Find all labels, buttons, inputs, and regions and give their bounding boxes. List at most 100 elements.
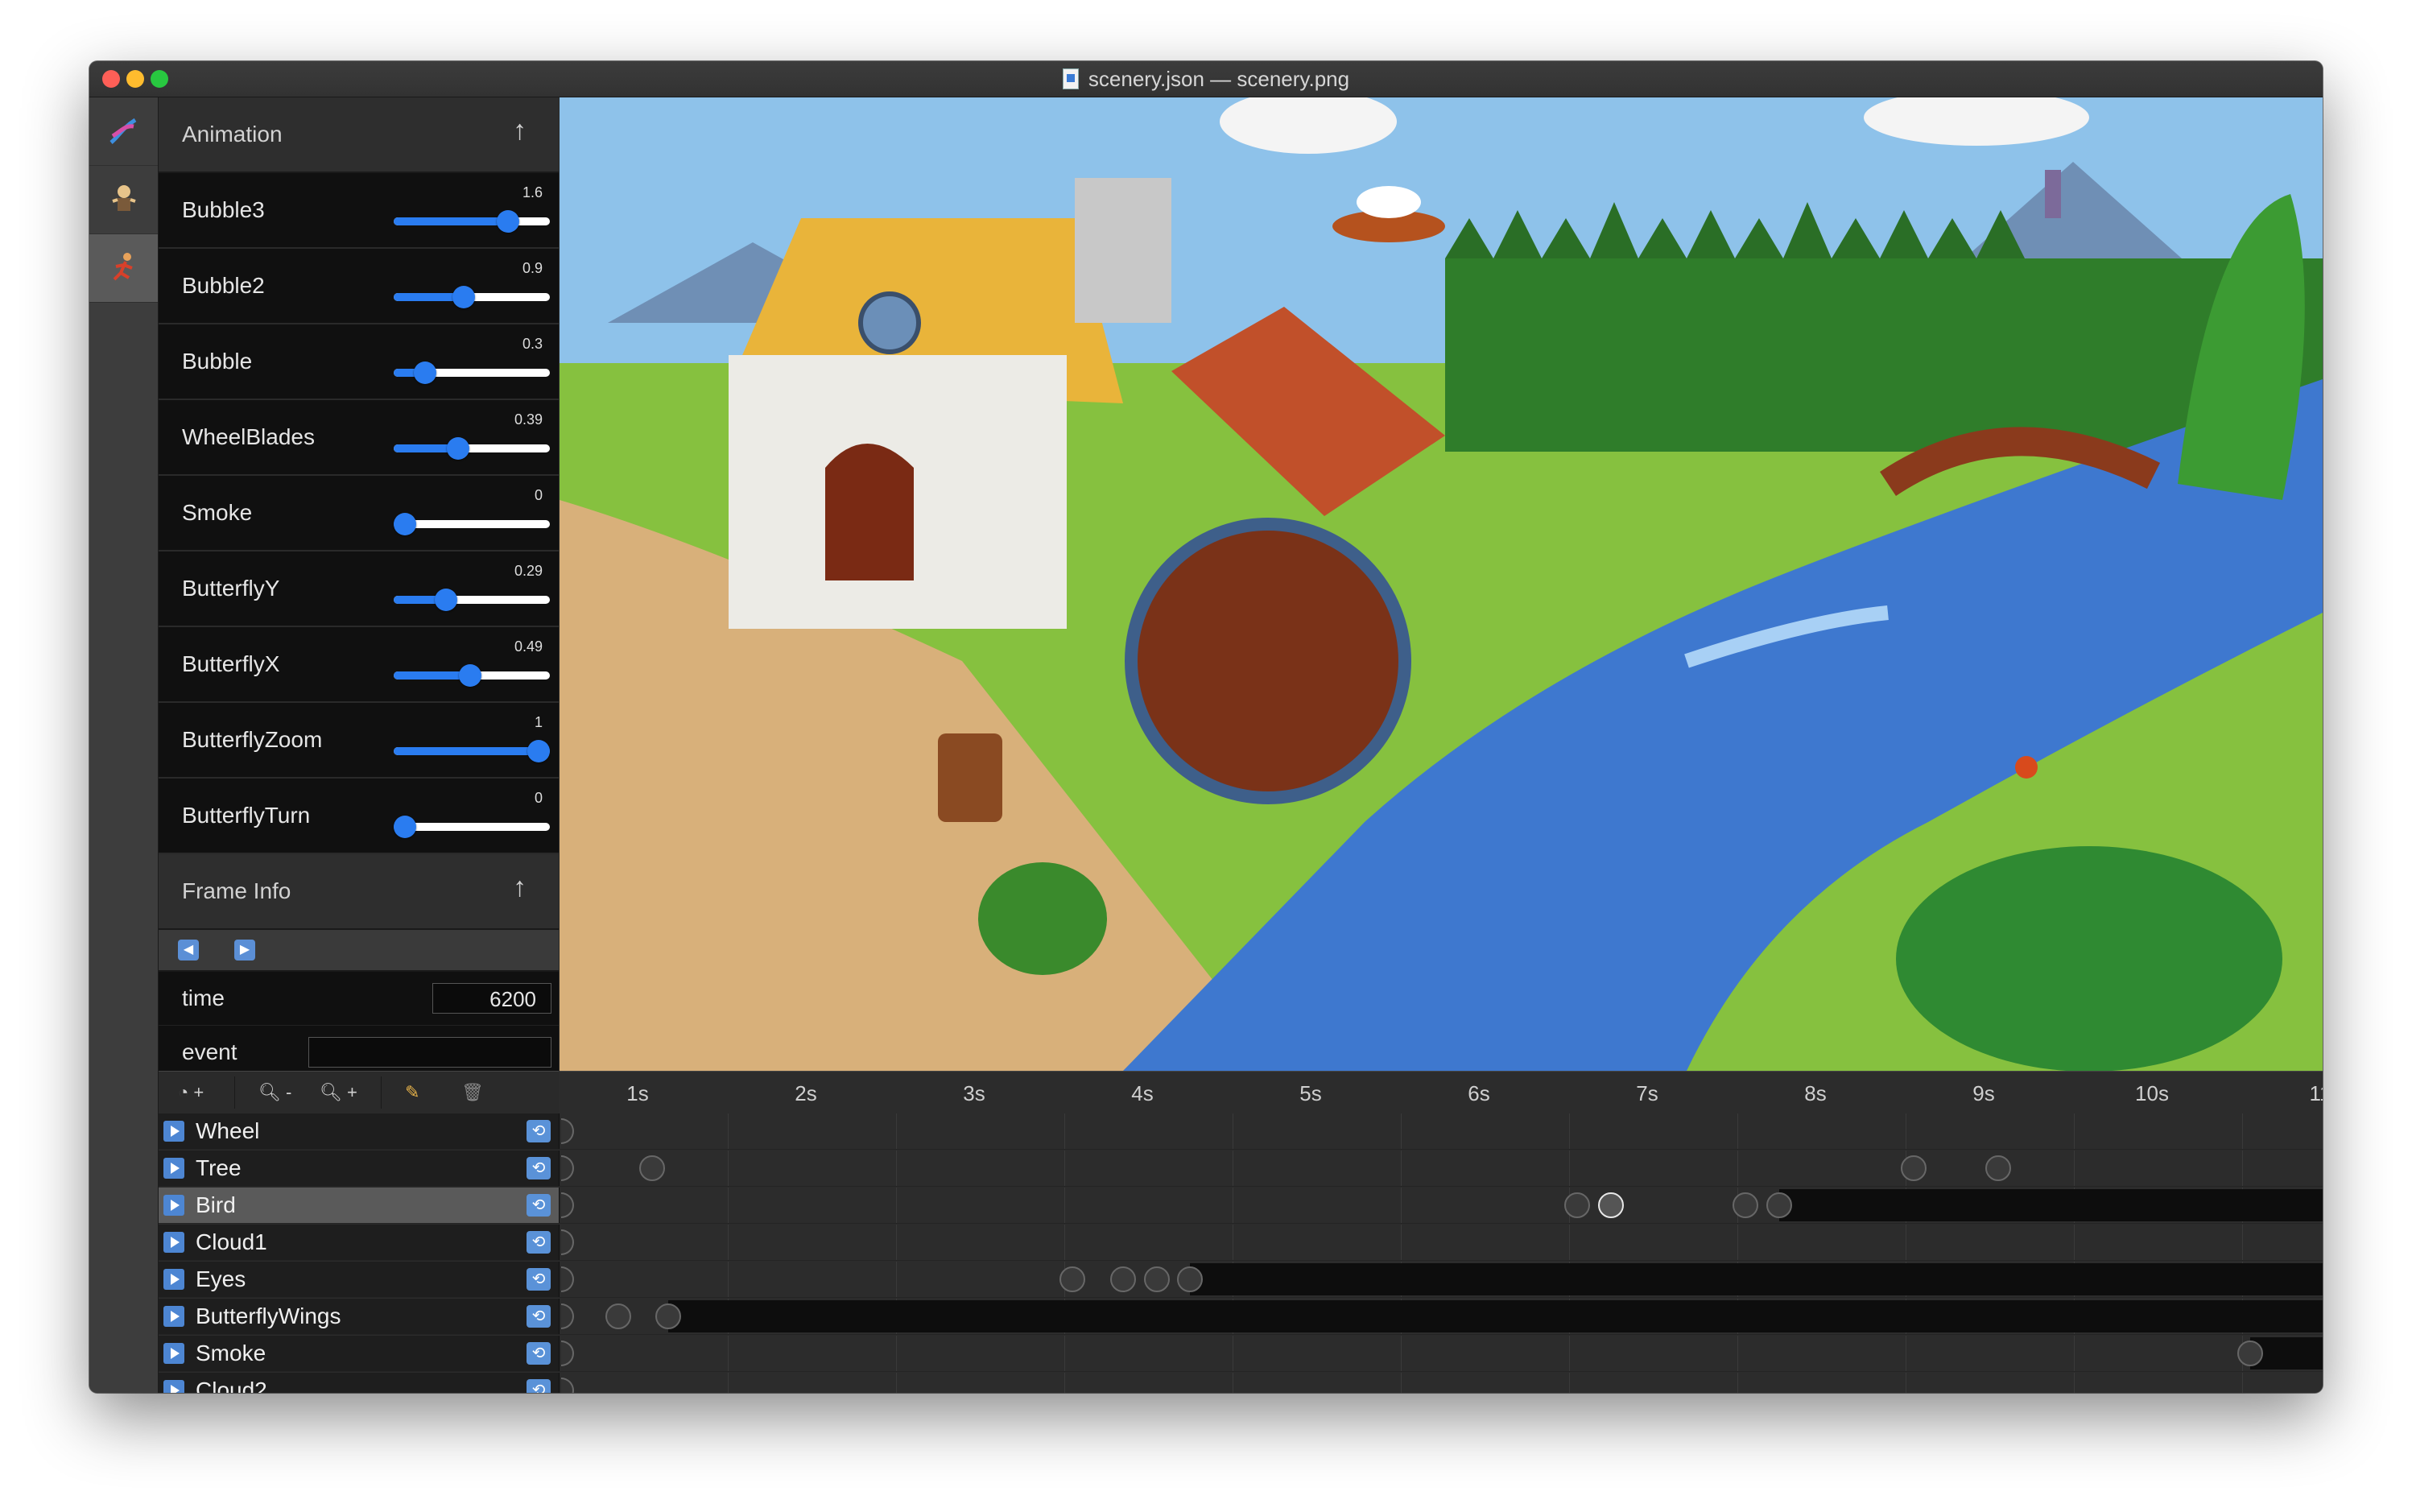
- track-lane[interactable]: [560, 1225, 2323, 1260]
- loop-toggle-icon[interactable]: ⟲: [527, 1194, 551, 1217]
- property-slider[interactable]: [394, 361, 550, 384]
- track-start-keyframe[interactable]: [561, 1192, 574, 1218]
- property-slider[interactable]: [394, 740, 550, 762]
- track-header[interactable]: Cloud2 ⟲: [159, 1373, 560, 1393]
- keyframe[interactable]: [1564, 1192, 1590, 1218]
- keyframe[interactable]: [605, 1303, 631, 1329]
- track-header[interactable]: Tree ⟲: [159, 1151, 560, 1186]
- timeline-track[interactable]: Eyes ⟲: [159, 1262, 2323, 1298]
- time-tick-label: 7s: [1636, 1081, 1658, 1105]
- property-slider[interactable]: [394, 210, 550, 233]
- keyframe[interactable]: [638, 1155, 665, 1181]
- loop-toggle-icon[interactable]: ⟲: [527, 1157, 551, 1179]
- track-lane[interactable]: [560, 1188, 2323, 1223]
- character-icon[interactable]: [89, 166, 158, 234]
- track-lane[interactable]: [560, 1336, 2323, 1371]
- track-lane[interactable]: [560, 1299, 2323, 1334]
- timeline-track[interactable]: Tree ⟲: [159, 1151, 2323, 1187]
- loop-toggle-icon[interactable]: ⟲: [527, 1268, 551, 1291]
- track-lane[interactable]: [560, 1373, 2323, 1393]
- track-start-keyframe[interactable]: [561, 1155, 574, 1181]
- keyframe[interactable]: [1143, 1266, 1170, 1292]
- slider-thumb[interactable]: [527, 740, 550, 762]
- keyframe[interactable]: [1597, 1192, 1624, 1218]
- track-lane[interactable]: [560, 1113, 2323, 1149]
- timeline-track[interactable]: Cloud2 ⟲: [159, 1373, 2323, 1393]
- play-track-button[interactable]: [163, 1232, 184, 1253]
- play-track-button[interactable]: [163, 1343, 184, 1364]
- timeline-track[interactable]: ButterflyWings ⟲: [159, 1299, 2323, 1335]
- keyframe[interactable]: [1766, 1192, 1792, 1218]
- timeline-track[interactable]: Bird ⟲: [159, 1188, 2323, 1224]
- previous-frame-button[interactable]: ◀: [178, 940, 199, 960]
- track-header[interactable]: Bird ⟲: [159, 1188, 560, 1223]
- keyframe[interactable]: [1901, 1155, 1927, 1181]
- keyframe[interactable]: [2237, 1341, 2263, 1366]
- animation-property-list: Bubble3 1.6 Bubble2 0.9 Bubble 0.3 WheelBlades…: [159, 173, 559, 854]
- keyframe[interactable]: [1059, 1266, 1085, 1292]
- timeline-ruler[interactable]: 1s 2s 3s 4s 5s 6s 7s 8s 9s 10s 11: [560, 1071, 2323, 1114]
- track-start-keyframe[interactable]: [561, 1229, 574, 1255]
- loop-toggle-icon[interactable]: ⟲: [527, 1379, 551, 1393]
- zoom-out-button[interactable]: 🔍︎ -: [258, 1080, 291, 1105]
- add-keyframe-button[interactable]: ◔ +: [178, 1080, 204, 1105]
- track-header[interactable]: ButterflyWings ⟲: [159, 1299, 560, 1334]
- collapse-arrow-icon[interactable]: ↑: [513, 115, 527, 147]
- slider-thumb[interactable]: [452, 286, 476, 308]
- property-value: 0.9: [522, 260, 543, 276]
- property-slider[interactable]: [394, 589, 550, 611]
- slider-thumb[interactable]: [496, 210, 519, 233]
- running-animation-icon[interactable]: [89, 234, 158, 303]
- trash-icon[interactable]: 🗑︎: [461, 1080, 484, 1105]
- keyframe[interactable]: [1109, 1266, 1136, 1292]
- loop-toggle-icon[interactable]: ⟲: [527, 1305, 551, 1328]
- property-slider[interactable]: [394, 664, 550, 687]
- frame-info-section-header[interactable]: Frame Info ↑: [159, 854, 559, 930]
- property-slider[interactable]: [394, 437, 550, 460]
- timeline-track[interactable]: Cloud1 ⟲: [159, 1225, 2323, 1261]
- play-track-button[interactable]: [163, 1195, 184, 1216]
- collapse-arrow-icon[interactable]: ↑: [513, 872, 527, 903]
- animation-section-header[interactable]: Animation ↑: [159, 97, 559, 173]
- track-header[interactable]: Wheel ⟲: [159, 1113, 560, 1149]
- play-track-button[interactable]: [163, 1158, 184, 1179]
- track-header[interactable]: Eyes ⟲: [159, 1262, 560, 1297]
- keyframe[interactable]: [1985, 1155, 2011, 1181]
- play-track-button[interactable]: [163, 1380, 184, 1393]
- track-start-keyframe[interactable]: [561, 1266, 574, 1292]
- slider-thumb[interactable]: [447, 437, 470, 460]
- property-slider[interactable]: [394, 286, 550, 308]
- track-start-keyframe[interactable]: [561, 1303, 574, 1329]
- event-input[interactable]: [308, 1037, 551, 1068]
- slider-thumb[interactable]: [413, 361, 436, 384]
- bones-icon[interactable]: [89, 97, 158, 166]
- play-track-button[interactable]: [163, 1121, 184, 1142]
- loop-toggle-icon[interactable]: ⟲: [527, 1120, 551, 1142]
- track-lane[interactable]: [560, 1151, 2323, 1186]
- slider-thumb[interactable]: [459, 664, 482, 687]
- slider-thumb[interactable]: [394, 816, 416, 838]
- keyframe[interactable]: [1733, 1192, 1758, 1218]
- loop-toggle-icon[interactable]: ⟲: [527, 1231, 551, 1254]
- track-start-keyframe[interactable]: [561, 1341, 574, 1366]
- zoom-in-button[interactable]: 🔍︎ +: [320, 1080, 357, 1105]
- timeline-track[interactable]: Smoke ⟲: [159, 1336, 2323, 1372]
- scene-viewport[interactable]: [560, 97, 2323, 1071]
- edit-pencil-icon[interactable]: ✎: [405, 1080, 419, 1105]
- play-track-button[interactable]: [163, 1269, 184, 1290]
- track-lane[interactable]: [560, 1262, 2323, 1297]
- track-start-keyframe[interactable]: [561, 1118, 574, 1144]
- next-frame-button[interactable]: ▶: [234, 940, 255, 960]
- track-header[interactable]: Cloud1 ⟲: [159, 1225, 560, 1260]
- track-header[interactable]: Smoke ⟲: [159, 1336, 560, 1371]
- time-input[interactable]: 6200: [432, 983, 551, 1014]
- property-slider[interactable]: [394, 513, 550, 535]
- timeline-track[interactable]: Wheel ⟲: [159, 1113, 2323, 1150]
- track-start-keyframe[interactable]: [561, 1378, 574, 1393]
- slider-thumb[interactable]: [394, 513, 416, 535]
- slider-thumb[interactable]: [435, 589, 458, 611]
- track-name: Smoke: [196, 1341, 266, 1365]
- property-slider[interactable]: [394, 816, 550, 838]
- loop-toggle-icon[interactable]: ⟲: [527, 1342, 551, 1365]
- play-track-button[interactable]: [163, 1306, 184, 1327]
